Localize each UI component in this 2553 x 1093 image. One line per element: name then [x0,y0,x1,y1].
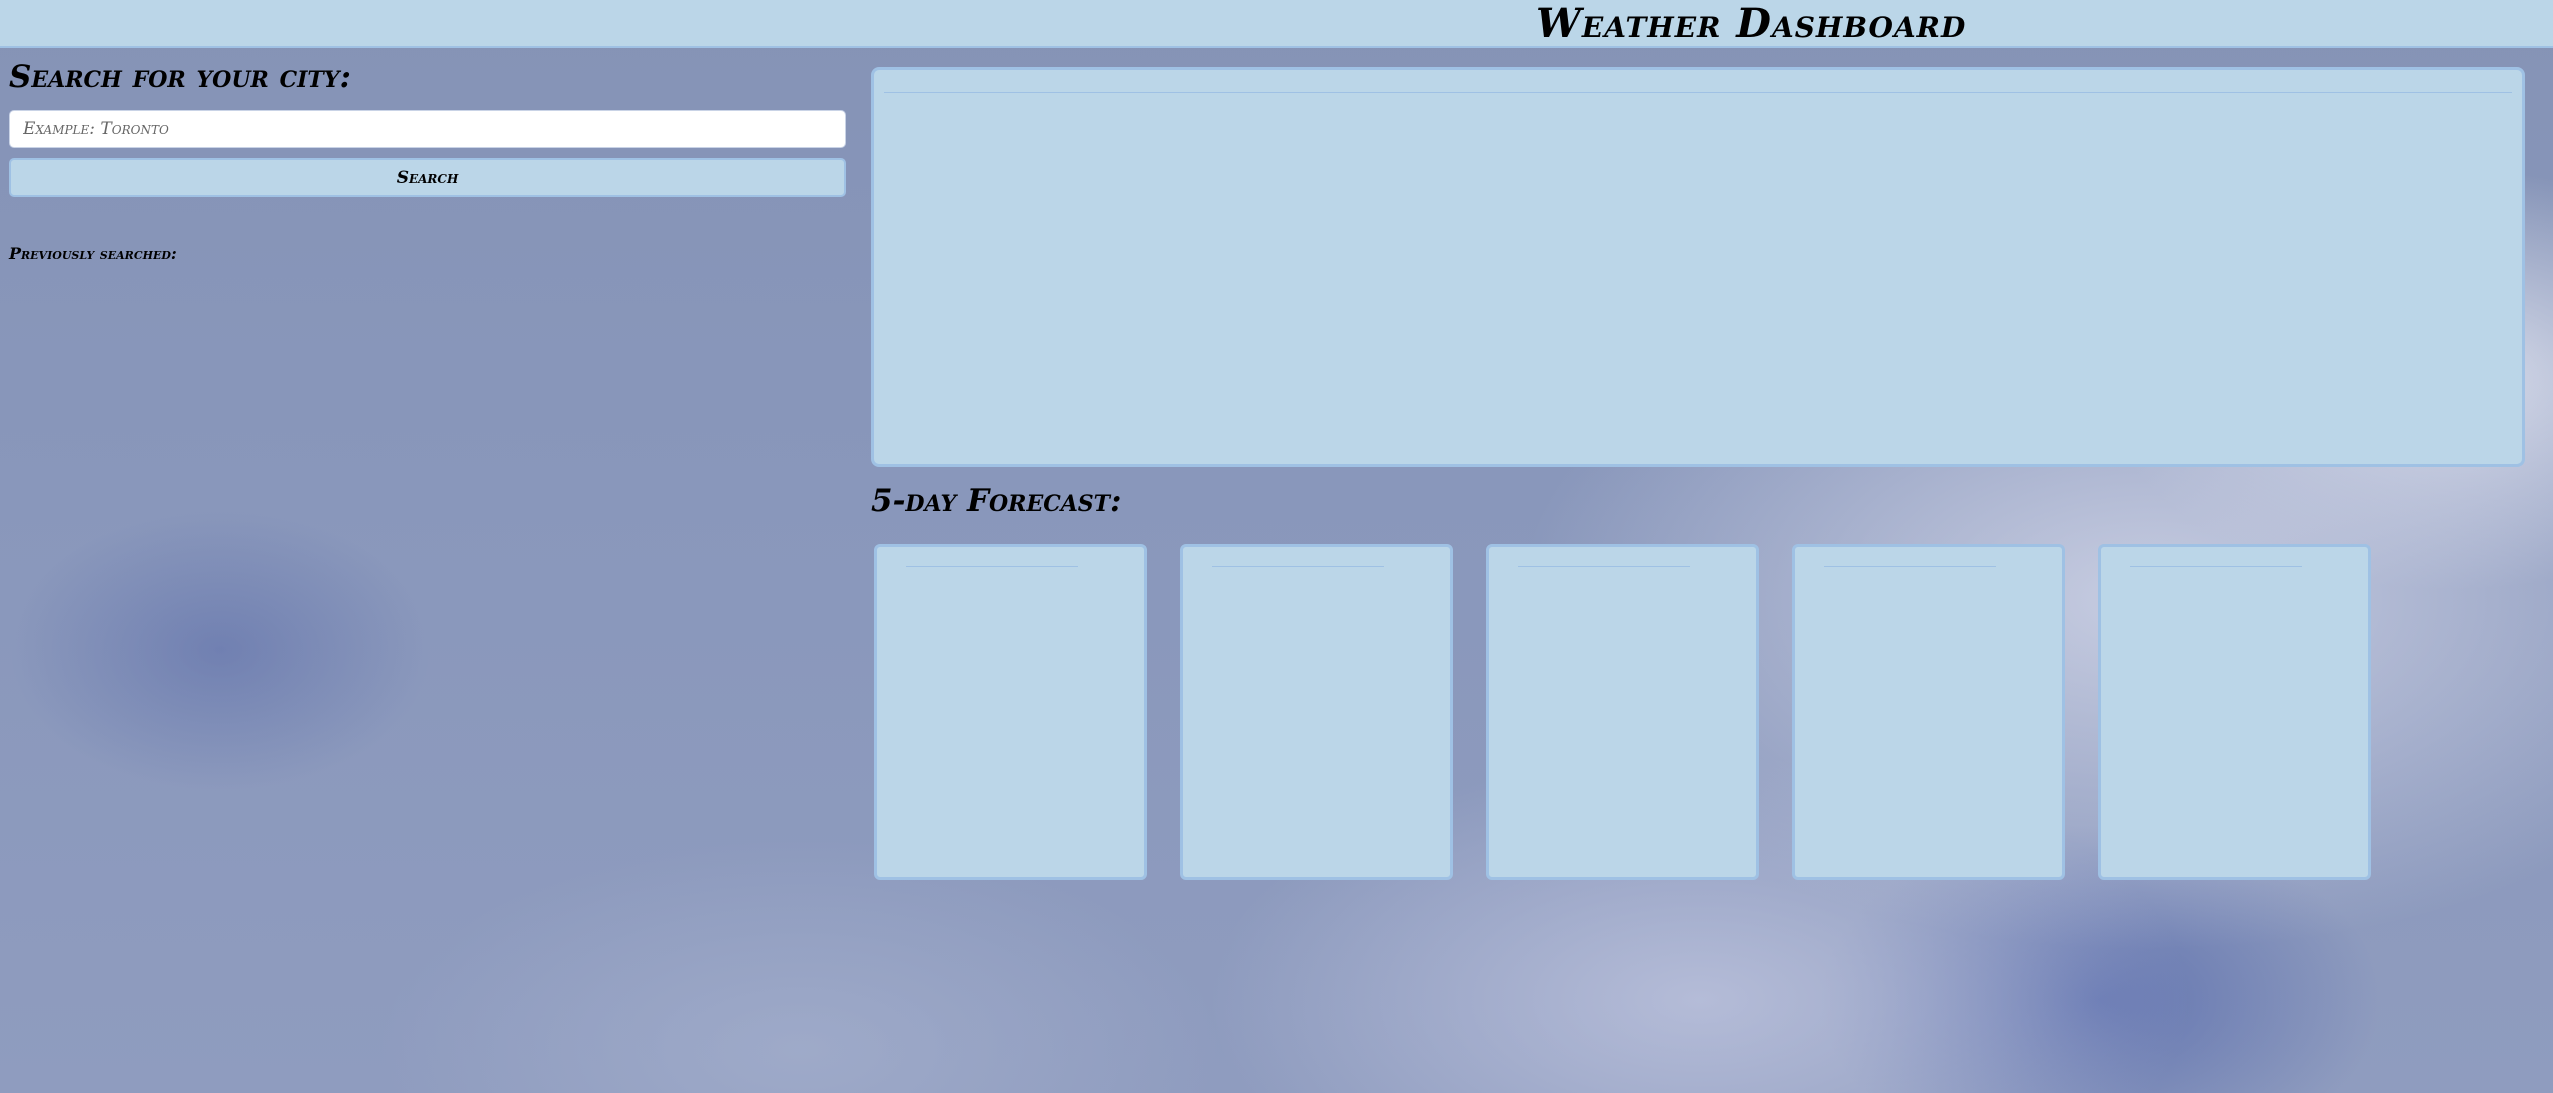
forecast-card-divider [1212,566,1384,567]
forecast-heading: 5-day Forecast: [871,483,1122,519]
forecast-card-divider [1824,566,1996,567]
forecast-card-day-5 [2098,544,2371,880]
forecast-card-day-4 [1792,544,2065,880]
city-search-input[interactable] [9,110,846,148]
forecast-card-day-2 [1180,544,1453,880]
page-header: Weather Dashboard [0,0,2553,48]
search-button[interactable]: Search [9,158,846,197]
search-heading: Search for your city: [9,59,351,95]
forecast-row [874,544,2374,880]
history-label: Previously searched: [9,244,177,263]
search-sidebar: Search for your city: Search Previously … [9,56,846,271]
forecast-card-divider [2130,566,2302,567]
forecast-card-divider [1518,566,1690,567]
page-title: Weather Dashboard [1536,0,1967,47]
forecast-card-day-1 [874,544,1147,880]
current-weather-divider [884,92,2512,93]
forecast-card-day-3 [1486,544,1759,880]
forecast-card-divider [906,566,1078,567]
current-weather-card [871,67,2525,467]
